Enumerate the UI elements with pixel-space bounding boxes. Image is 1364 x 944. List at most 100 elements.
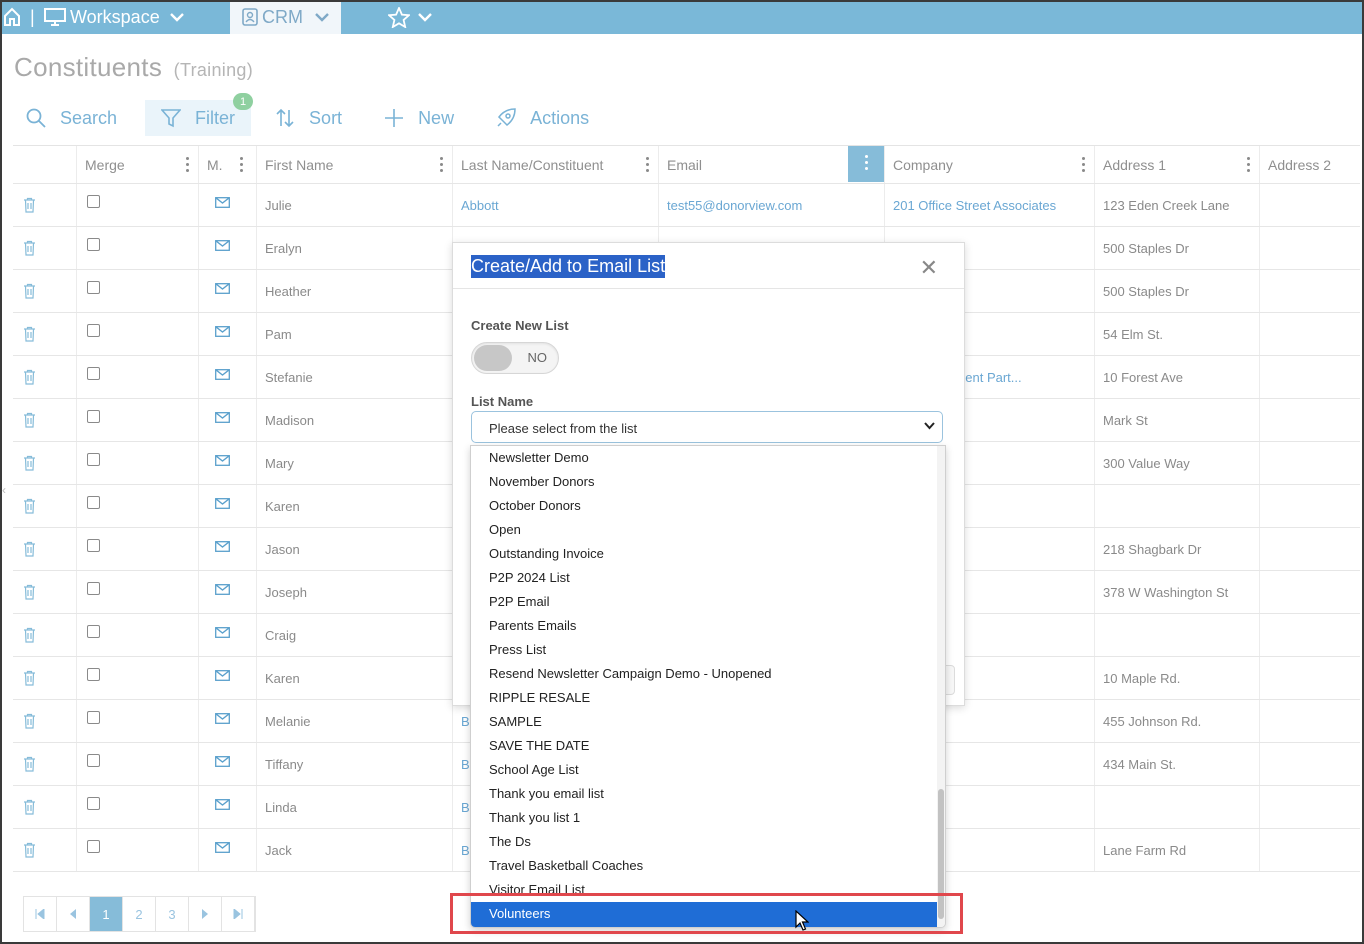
envelope-icon[interactable] (215, 368, 230, 380)
trash-icon[interactable] (23, 627, 36, 643)
envelope-icon[interactable] (215, 454, 230, 466)
envelope-icon[interactable] (215, 626, 230, 638)
table-row[interactable]: Julie Abbott test55@donorview.com 201 Offic… (13, 184, 1360, 227)
envelope-icon[interactable] (215, 841, 230, 853)
trash-icon[interactable] (23, 455, 36, 471)
next-page-button[interactable] (189, 897, 222, 931)
trash-icon[interactable] (23, 799, 36, 815)
dropdown-option[interactable]: Thank you email list (471, 782, 937, 806)
dropdown-option[interactable]: The Ds (471, 830, 937, 854)
page-3-button[interactable]: 3 (156, 897, 189, 931)
trash-icon[interactable] (23, 197, 36, 213)
merge-checkbox[interactable] (87, 280, 100, 294)
dropdown-option[interactable]: School Age List (471, 758, 937, 782)
dropdown-option[interactable]: Thank you list 1 (471, 806, 937, 830)
column-menu-icon-active[interactable] (848, 146, 884, 182)
merge-checkbox[interactable] (87, 495, 100, 509)
merge-checkbox[interactable] (87, 538, 100, 552)
list-name-select[interactable]: Please select from the list (471, 411, 943, 443)
envelope-icon[interactable] (215, 540, 230, 552)
trash-icon[interactable] (23, 240, 36, 256)
dropdown-option[interactable]: P2P 2024 List (471, 566, 937, 590)
dropdown-option[interactable]: Newsletter Demo (471, 446, 937, 470)
header-last-name[interactable]: Last Name/Constituent (452, 146, 658, 183)
email-cell[interactable]: test55@donorview.com (658, 184, 884, 226)
envelope-icon[interactable] (215, 755, 230, 767)
trash-icon[interactable] (23, 584, 36, 600)
home-button[interactable] (3, 0, 21, 34)
trash-icon[interactable] (23, 541, 36, 557)
merge-checkbox[interactable] (87, 366, 100, 380)
prev-page-button[interactable] (57, 897, 90, 931)
header-address1[interactable]: Address 1 (1094, 146, 1259, 183)
company-cell[interactable]: 201 Office Street Associates (884, 184, 1094, 226)
column-menu-icon[interactable] (186, 157, 190, 173)
dropdown-option[interactable]: November Donors (471, 470, 937, 494)
dropdown-option[interactable]: October Donors (471, 494, 937, 518)
dropdown-option[interactable]: Travel Basketball Coaches (471, 854, 937, 878)
workspace-menu[interactable]: Workspace (44, 0, 184, 34)
header-company[interactable]: Company (884, 146, 1094, 183)
dropdown-option[interactable]: SAMPLE (471, 710, 937, 734)
merge-checkbox[interactable] (87, 710, 100, 724)
page-2-button[interactable]: 2 (123, 897, 156, 931)
dropdown-option[interactable]: Open (471, 518, 937, 542)
trash-icon[interactable] (23, 326, 36, 342)
favorites-menu[interactable] (388, 0, 432, 34)
last-name-cell[interactable]: Abbott (452, 184, 658, 226)
dropdown-option[interactable]: SAVE THE DATE (471, 734, 937, 758)
envelope-icon[interactable] (215, 196, 230, 208)
merge-checkbox[interactable] (87, 839, 100, 853)
envelope-icon[interactable] (215, 239, 230, 251)
crm-tab[interactable]: CRM (230, 0, 341, 34)
merge-checkbox[interactable] (87, 194, 100, 208)
list-name-dropdown[interactable]: Newsletter Demo November Donors October Do… (470, 445, 946, 928)
merge-checkbox[interactable] (87, 581, 100, 595)
close-icon[interactable]: ✕ (920, 255, 938, 281)
merge-checkbox[interactable] (87, 667, 100, 681)
column-menu-icon[interactable] (440, 157, 444, 173)
header-merge[interactable]: Merge (76, 146, 198, 183)
trash-icon[interactable] (23, 713, 36, 729)
search-button[interactable]: Search (14, 100, 129, 136)
merge-checkbox[interactable] (87, 409, 100, 423)
envelope-icon[interactable] (215, 282, 230, 294)
column-menu-icon[interactable] (240, 157, 244, 173)
dropdown-option[interactable]: Parents Emails (471, 614, 937, 638)
envelope-icon[interactable] (215, 798, 230, 810)
sort-button[interactable]: Sort (263, 100, 354, 136)
header-address2[interactable]: Address 2 (1259, 146, 1360, 183)
page-1-button[interactable]: 1 (90, 897, 123, 931)
merge-checkbox[interactable] (87, 237, 100, 251)
trash-icon[interactable] (23, 498, 36, 514)
merge-checkbox[interactable] (87, 452, 100, 466)
merge-checkbox[interactable] (87, 796, 100, 810)
dropdown-option[interactable]: Resend Newsletter Campaign Demo - Unopen… (471, 662, 937, 686)
envelope-icon[interactable] (215, 712, 230, 724)
last-page-button[interactable] (222, 897, 255, 931)
trash-icon[interactable] (23, 756, 36, 772)
filter-button[interactable]: Filter 1 (145, 93, 254, 136)
trash-icon[interactable] (23, 670, 36, 686)
envelope-icon[interactable] (215, 583, 230, 595)
new-button[interactable]: New (372, 100, 466, 136)
envelope-icon[interactable] (215, 669, 230, 681)
merge-checkbox[interactable] (87, 753, 100, 767)
merge-checkbox[interactable] (87, 624, 100, 638)
column-menu-icon[interactable] (1247, 157, 1251, 173)
trash-icon[interactable] (23, 283, 36, 299)
header-email[interactable]: Email (658, 146, 884, 183)
dropdown-option[interactable]: P2P Email (471, 590, 937, 614)
chevron-left-icon[interactable]: ‹ (2, 483, 6, 497)
dropdown-scrollbar[interactable] (937, 446, 945, 927)
header-first-name[interactable]: First Name (256, 146, 452, 183)
dropdown-option[interactable]: Outstanding Invoice (471, 542, 937, 566)
trash-icon[interactable] (23, 412, 36, 428)
envelope-icon[interactable] (215, 411, 230, 423)
header-mail[interactable]: M. (198, 146, 256, 183)
trash-icon[interactable] (23, 369, 36, 385)
create-new-list-toggle[interactable]: NO (471, 342, 559, 374)
first-page-button[interactable] (24, 897, 57, 931)
envelope-icon[interactable] (215, 325, 230, 337)
trash-icon[interactable] (23, 842, 36, 858)
